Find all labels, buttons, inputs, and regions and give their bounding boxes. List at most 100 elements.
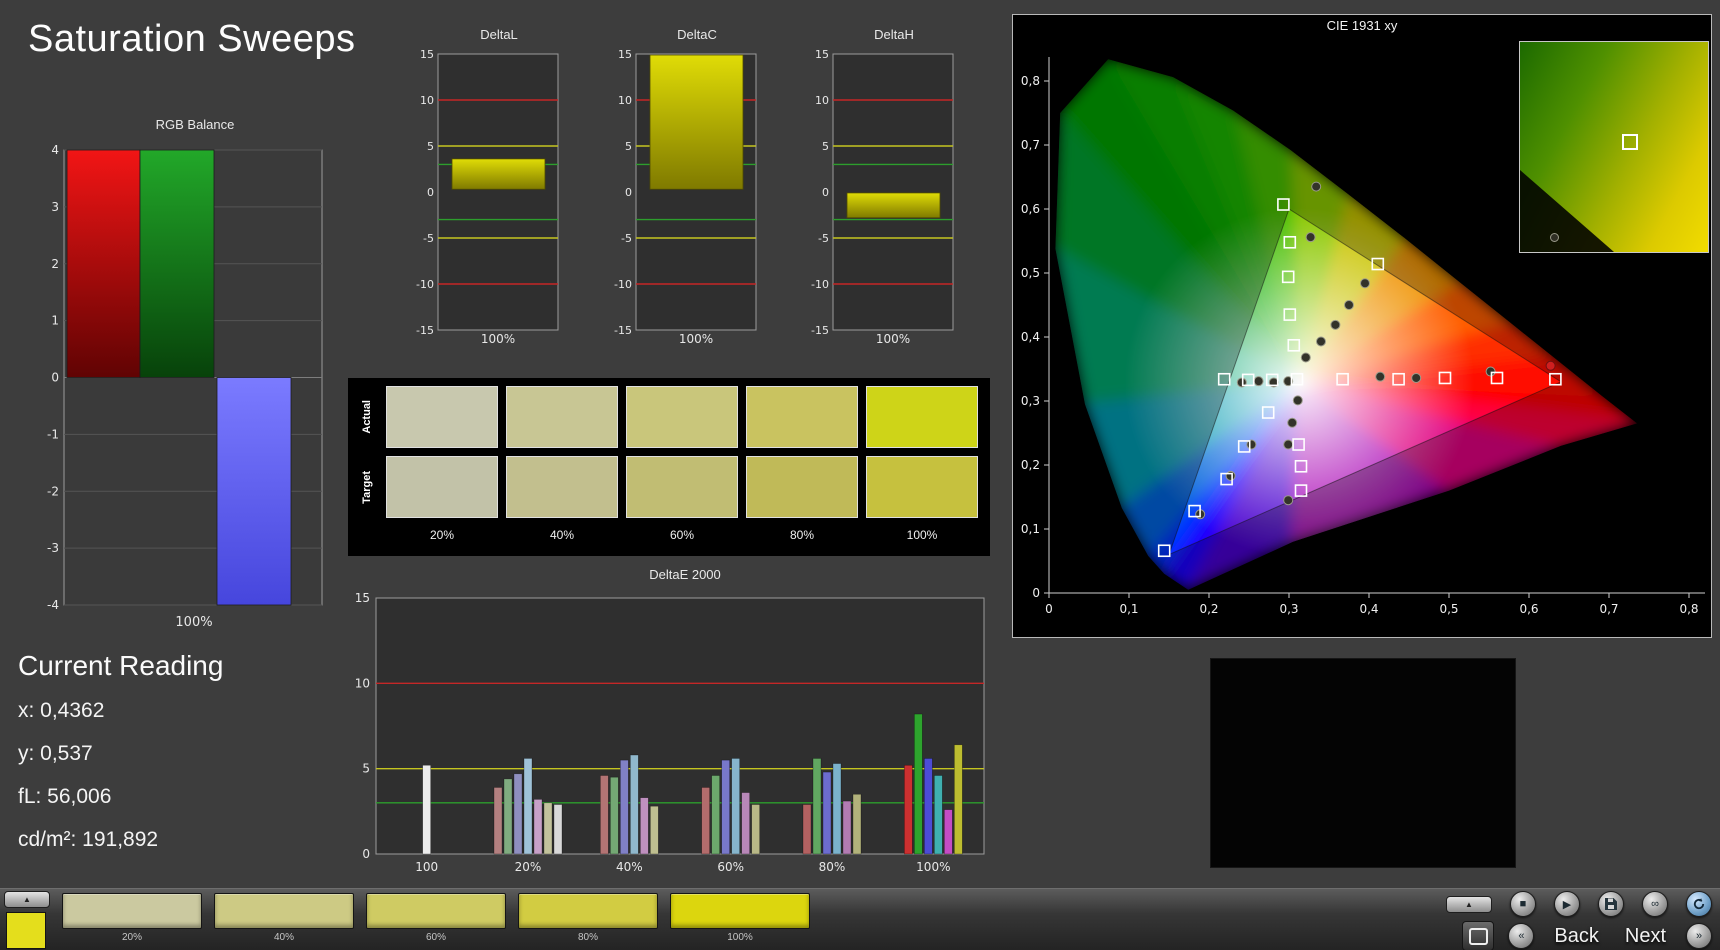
- pattern-swatch-label: 80%: [577, 932, 598, 943]
- eject-button[interactable]: ▲: [1446, 895, 1492, 913]
- svg-text:0,4: 0,4: [1359, 602, 1378, 616]
- back-button[interactable]: Back: [1548, 925, 1604, 948]
- svg-text:4: 4: [51, 143, 59, 157]
- cie-title: CIE 1931 xy: [1326, 18, 1398, 33]
- save-button[interactable]: [1598, 891, 1624, 917]
- delta-c-plot: 15 10 5 0 -5 -10 -15 100%: [614, 48, 757, 346]
- pattern-window-button[interactable]: [1462, 921, 1495, 950]
- swatch-target-80%: [746, 456, 858, 518]
- pattern-swatch-80%[interactable]: 80%: [518, 893, 658, 943]
- stop-button[interactable]: ■: [1510, 891, 1536, 917]
- back-chevron-button[interactable]: «: [1508, 923, 1535, 949]
- navigation-row: « Back Next »: [1446, 921, 1712, 950]
- swatch-target-100%: [866, 456, 978, 518]
- svg-text:-10: -10: [614, 278, 632, 291]
- swatch-column-label: 80%: [789, 528, 815, 542]
- svg-text:10: 10: [355, 676, 370, 690]
- play-button[interactable]: ▶: [1554, 891, 1580, 917]
- eject-icon: ▲: [1465, 899, 1473, 909]
- transport-button-row: ▲ ■ ▶ ∞: [1446, 891, 1712, 917]
- rgb-balance-title: RGB Balance: [155, 117, 235, 132]
- pattern-swatch-color: [518, 893, 658, 929]
- svg-text:100%: 100%: [916, 860, 950, 874]
- swatch-actual-40%: [506, 386, 618, 448]
- current-patch-swatch: [6, 912, 46, 949]
- svg-text:0,4: 0,4: [1021, 330, 1040, 344]
- collapse-strip-button[interactable]: ▲: [4, 891, 50, 908]
- swatch-actual-100%: [866, 386, 978, 448]
- svg-text:0,1: 0,1: [1021, 522, 1040, 536]
- swatch-target-60%: [626, 456, 738, 518]
- svg-text:0,6: 0,6: [1519, 602, 1538, 616]
- svg-text:-1: -1: [47, 427, 59, 441]
- pattern-swatch-100%[interactable]: 100%: [670, 893, 810, 943]
- next-button[interactable]: Next: [1619, 925, 1672, 948]
- svg-text:-10: -10: [811, 278, 829, 291]
- svg-text:5: 5: [427, 140, 434, 153]
- swatch-column-label: 20%: [429, 528, 455, 542]
- chevron-left-icon: «: [1518, 930, 1525, 942]
- delta-l-chart: DeltaL 15 10 5 0 -5 -10 -15 100%: [410, 26, 562, 346]
- delta-h-title: DeltaH: [874, 27, 914, 42]
- svg-text:0: 0: [822, 186, 829, 199]
- inset-target-marker: [1621, 134, 1638, 151]
- swatch-column-label: 100%: [906, 528, 938, 542]
- stop-icon: ■: [1519, 898, 1527, 910]
- svg-text:0,7: 0,7: [1021, 138, 1040, 152]
- swatch-grid: Actual Target 20% 40% 60% 80% 100%: [348, 378, 990, 552]
- pattern-swatch-60%[interactable]: 60%: [366, 893, 506, 943]
- swatch-target-40%: [506, 456, 618, 518]
- inset-locus-edge: [1520, 170, 1614, 252]
- pattern-swatch-color: [62, 893, 202, 929]
- swatch-target-20%: [386, 456, 498, 518]
- svg-text:100%: 100%: [876, 332, 910, 346]
- svg-text:0,6: 0,6: [1021, 202, 1040, 216]
- pattern-swatch-color: [670, 893, 810, 929]
- svg-text:100%: 100%: [481, 332, 515, 346]
- delta-e-title: DeltaE 2000: [649, 567, 721, 582]
- window-icon: [1468, 927, 1488, 945]
- delta-e-2000-chart: DeltaE 2000 0 5 10 15 100 20% 40% 60% 80% 100%: [350, 566, 994, 878]
- current-reading-cdm2: cd/m²: 191,892: [18, 828, 159, 851]
- current-reading: Current Reading x: 0,4362 y: 0,537 fL: 5…: [18, 650, 223, 871]
- svg-text:-15: -15: [416, 324, 434, 337]
- svg-text:-4: -4: [47, 598, 59, 612]
- svg-text:3: 3: [51, 200, 59, 214]
- refresh-icon: [1693, 898, 1705, 910]
- svg-text:100: 100: [415, 860, 438, 874]
- svg-text:-15: -15: [811, 324, 829, 337]
- next-chevron-button[interactable]: »: [1686, 923, 1712, 949]
- page-title: Saturation Sweeps: [28, 18, 356, 60]
- svg-text:0,1: 0,1: [1119, 602, 1138, 616]
- svg-text:80%: 80%: [819, 860, 846, 874]
- pattern-swatch-20%[interactable]: 20%: [62, 893, 202, 943]
- svg-text:0,3: 0,3: [1279, 602, 1298, 616]
- svg-text:15: 15: [618, 48, 632, 61]
- calibration-app-window: Saturation Sweeps RGB Balance 4 3 2 1 0 -1 -2-…: [0, 0, 1720, 950]
- current-reading-y: y: 0,537: [18, 742, 93, 765]
- chevron-up-icon: ▲: [23, 895, 31, 904]
- svg-text:0: 0: [1032, 586, 1040, 600]
- svg-text:-5: -5: [621, 232, 632, 245]
- delta-e-plot: 0 5 10 15 100 20% 40% 60% 80% 100%: [355, 591, 985, 874]
- swatch-row-label-actual: Actual: [361, 400, 373, 434]
- svg-text:60%: 60%: [717, 860, 744, 874]
- loop-button[interactable]: ∞: [1642, 891, 1668, 917]
- svg-text:0: 0: [427, 186, 434, 199]
- play-icon: ▶: [1562, 898, 1572, 911]
- pattern-swatch-40%[interactable]: 40%: [214, 893, 354, 943]
- pattern-swatch-strip: 20% 40% 60% 80% 100%: [62, 893, 810, 943]
- cie-1931-chart: CIE 1931 xy 0 0,1 0,2 0,3 0,4 0,5 0,6 0,7 0,8 0 0,…: [1012, 14, 1712, 638]
- infinity-icon: ∞: [1651, 898, 1659, 910]
- svg-text:0,2: 0,2: [1199, 602, 1218, 616]
- swatch-actual-60%: [626, 386, 738, 448]
- cie-zoom-inset: [1519, 41, 1709, 253]
- svg-text:10: 10: [420, 94, 434, 107]
- refresh-button[interactable]: [1686, 891, 1712, 917]
- swatch-actual-20%: [386, 386, 498, 448]
- svg-text:0,8: 0,8: [1021, 74, 1040, 88]
- current-reading-fl: fL: 56,006: [18, 785, 112, 808]
- pattern-swatch-color: [214, 893, 354, 929]
- rgb-balance-chart: RGB Balance 4 3 2 1 0 -1 -2 -3 -4 100%: [34, 116, 326, 639]
- pattern-swatch-label: 100%: [727, 932, 753, 943]
